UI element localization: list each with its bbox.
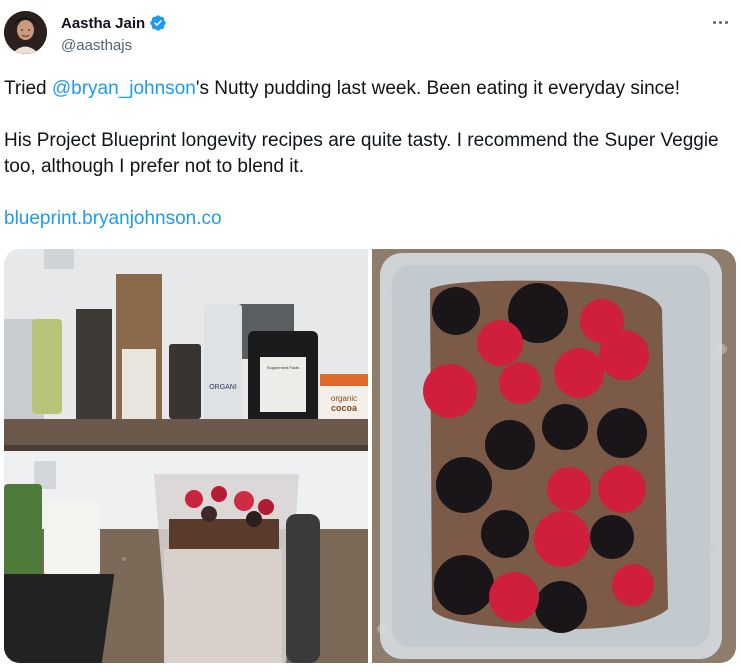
photo-nutty-pudding[interactable] [372,249,736,663]
tweet-line-1: Tried @bryan_johnson's Nutty pudding las… [4,76,734,102]
tweet-line-2: His Project Blueprint longevity recipes … [4,130,719,177]
tweet-text-prefix: Tried [4,78,52,99]
more-options-icon[interactable] [709,11,731,33]
cocoa-name-text: cocoa [331,403,358,413]
cocoa-brand-text: organic [331,394,357,403]
photo-kitchen-blender[interactable]: organic cocoa Supplement Facts ORGANI [4,249,368,663]
author-handle[interactable]: @aasthajs [61,37,132,54]
author-display-name[interactable]: Aastha Jain [61,15,145,32]
media-grid: organic cocoa Supplement Facts ORGANI [4,249,736,663]
external-link[interactable]: blueprint.bryanjohnson.co [4,208,222,229]
tub-label-text: Supplement Facts [267,365,299,370]
mention-link[interactable]: @bryan_johnson [52,78,196,99]
avatar[interactable] [4,11,47,54]
bag-label-text: ORGANI [209,384,237,391]
verified-badge-icon[interactable] [149,14,167,32]
tweet-text: Tried @bryan_johnson's Nutty pudding las… [4,76,734,232]
tweet-text-suffix: 's Nutty pudding last week. Been eating … [195,78,681,99]
